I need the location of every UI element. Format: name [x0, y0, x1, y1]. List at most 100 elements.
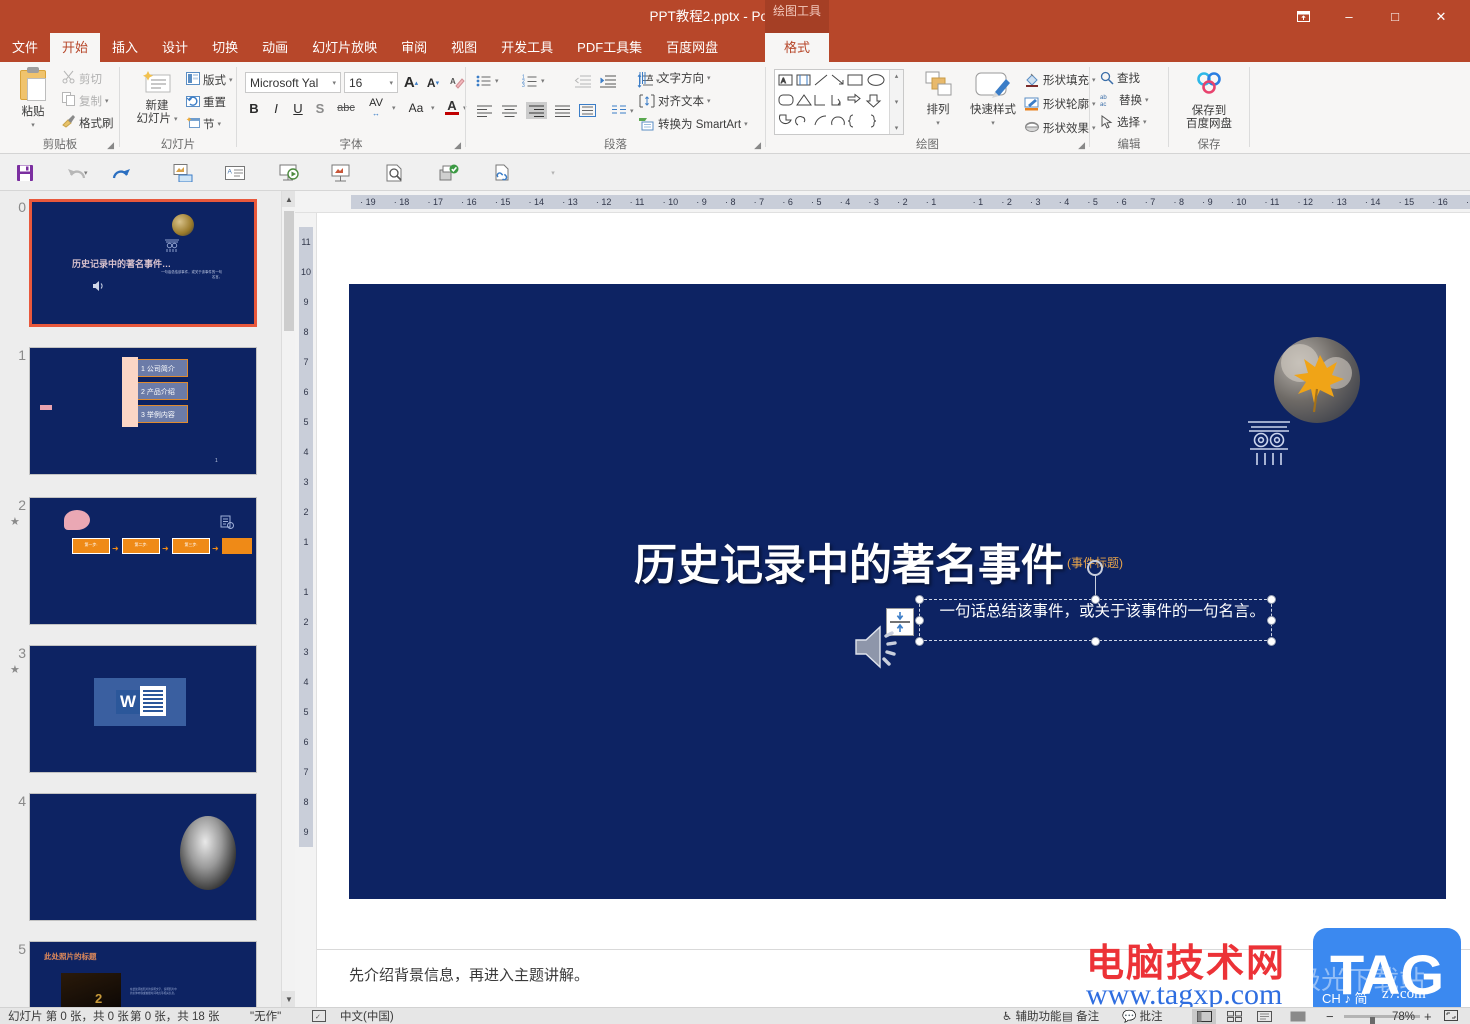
format-painter-button[interactable]: 格式刷: [62, 114, 114, 131]
status-language[interactable]: 中文(中国): [340, 1009, 394, 1024]
section-button[interactable]: 节 ▾: [186, 116, 221, 132]
underline-button[interactable]: U: [289, 98, 307, 118]
font-name-caret-icon[interactable]: ▾: [332, 79, 336, 87]
text-direction-button[interactable]: A 文字方向 ▾: [639, 70, 711, 86]
align-center-button[interactable]: [501, 104, 518, 117]
character-spacing-button[interactable]: AV ↔: [361, 95, 391, 119]
font-dialog-launcher-icon[interactable]: ◢: [454, 140, 461, 151]
quick-styles-button[interactable]: 快速样式 ▾: [966, 70, 1020, 130]
status-accessibility[interactable]: ♿ 辅助功能: [1002, 1009, 1062, 1024]
new-slide-caret-icon[interactable]: ▾: [174, 113, 178, 126]
decrease-font-size-button[interactable]: A ▾: [423, 72, 443, 93]
arrange-caret-icon[interactable]: ▾: [914, 117, 962, 130]
tab-file[interactable]: 文件: [0, 33, 50, 62]
save-icon[interactable]: [12, 160, 38, 186]
resize-handle-ne[interactable]: [1267, 595, 1276, 604]
horizontal-ruler[interactable]: · 19 · 18 · 17 · 16 · 15 · 14 · 13 · 12 · 11 · 10…: [295, 191, 1470, 213]
find-button[interactable]: 查找: [1100, 70, 1140, 86]
status-comments-button[interactable]: 💬 批注: [1122, 1009, 1163, 1024]
text-box-icon[interactable]: A: [222, 160, 248, 186]
slide-thumbnail-1[interactable]: 1 公司简介 2 产品介绍 3 举例内容 1: [29, 347, 257, 475]
tab-animations[interactable]: 动画: [250, 33, 300, 62]
paste-caret-icon[interactable]: ▾: [6, 119, 60, 132]
tab-home[interactable]: 开始: [50, 33, 101, 62]
slide-title-text[interactable]: 历史记录中的著名事件: [634, 531, 1064, 593]
thumbnail-pane-scrollbar[interactable]: ▲ ▼: [281, 191, 295, 1007]
fit-slide-to-window-button[interactable]: [1444, 1009, 1458, 1024]
resize-handle-sw[interactable]: [915, 637, 924, 646]
zoom-in-button[interactable]: +: [1424, 1009, 1432, 1024]
hyperlink-document-icon[interactable]: [490, 160, 516, 186]
rotate-handle[interactable]: [1087, 560, 1103, 576]
shapes-gallery[interactable]: A ▴ ▾ ▾: [774, 69, 904, 135]
bullets-caret-icon[interactable]: ▾: [495, 77, 499, 85]
notes-text[interactable]: 先介绍背景信息，再进入主题讲解。: [349, 964, 589, 985]
redo-icon[interactable]: [108, 160, 134, 186]
shape-effects-button[interactable]: 形状效果 ▾: [1024, 120, 1096, 136]
slideshow-from-beginning-icon[interactable]: [276, 160, 302, 186]
strikethrough-button[interactable]: abc: [333, 98, 359, 118]
status-theme[interactable]: "无作": [250, 1009, 281, 1024]
new-slide-button[interactable]: 新建 幻灯片 ▾: [130, 70, 184, 126]
slide-thumbnail-5[interactable]: 此处照片的标题 2 在此处添加照片的说明文字，说明照片中的主体内容或拍摄时间地点…: [29, 941, 257, 1007]
resize-handle-w[interactable]: [915, 616, 924, 625]
slide-thumbnail-pane[interactable]: 0 历史记录中的著名事件… 一句话总结该事件，或关于该事件的一句名言。 1 1 …: [0, 191, 295, 1007]
align-text-caret-icon[interactable]: ▾: [707, 97, 711, 105]
start-presentation-icon[interactable]: [170, 160, 196, 186]
shape-outline-button[interactable]: 形状轮廓 ▾: [1024, 96, 1096, 112]
font-color-button[interactable]: A: [443, 96, 461, 118]
quick-styles-caret-icon[interactable]: ▾: [966, 117, 1020, 130]
audio-speaker-icon[interactable]: [854, 624, 912, 670]
columns-button[interactable]: ▾: [611, 104, 634, 117]
greek-column-icon[interactable]: [1244, 417, 1294, 467]
reset-button[interactable]: 重置: [186, 94, 226, 110]
ribbon-display-options-icon[interactable]: [1280, 0, 1326, 33]
slide-thumbnail-2[interactable]: 第一步: ➜ 第二步: ➜ 第三步: ➜: [29, 497, 257, 625]
view-slide-sorter-button[interactable]: [1222, 1009, 1246, 1024]
scroll-thumb[interactable]: [284, 211, 294, 331]
font-name-input[interactable]: Microsoft Yal ▾: [245, 72, 341, 93]
resize-handle-e[interactable]: [1267, 616, 1276, 625]
cut-button[interactable]: 剪切: [62, 70, 102, 87]
print-preview-icon[interactable]: [382, 160, 408, 186]
bold-button[interactable]: B: [245, 98, 263, 118]
scroll-up-icon[interactable]: ▲: [282, 191, 295, 207]
slide-thumbnail-3[interactable]: W: [29, 645, 257, 773]
scroll-down-icon[interactable]: ▼: [282, 991, 295, 1007]
subtitle-placeholder[interactable]: 一句话总结该事件，或关于该事件的一句名言。: [919, 599, 1272, 641]
spellcheck-icon[interactable]: ✓: [312, 1009, 326, 1024]
character-spacing-caret-icon[interactable]: ▾: [392, 104, 396, 112]
slide-canvas[interactable]: 历史记录中的著名事件 (事件标题) 一句话总结该事件，或关于该事件的一句名言。: [349, 284, 1446, 899]
section-caret-icon[interactable]: ▾: [218, 120, 222, 128]
select-caret-icon[interactable]: ▾: [1143, 118, 1147, 126]
tab-format[interactable]: 格式: [765, 33, 829, 62]
decrease-indent-button[interactable]: [574, 74, 591, 88]
shapes-more-icon[interactable]: ▾: [895, 124, 899, 132]
resize-handle-se[interactable]: [1267, 637, 1276, 646]
copy-caret-icon[interactable]: ▾: [105, 97, 109, 105]
numbering-button[interactable]: 123 ▾: [522, 74, 545, 89]
resize-handle-nw[interactable]: [915, 595, 924, 604]
copy-button[interactable]: 复制 ▾: [62, 92, 109, 109]
text-direction-caret-icon[interactable]: ▾: [707, 74, 711, 82]
numbering-caret-icon[interactable]: ▾: [541, 77, 545, 85]
tab-developer[interactable]: 开发工具: [489, 33, 565, 62]
convert-to-smartart-button[interactable]: 转换为 SmartArt ▾: [639, 116, 748, 132]
customize-qat-icon[interactable]: ▾: [540, 160, 566, 186]
tab-insert[interactable]: 插入: [100, 33, 150, 62]
zoom-out-button[interactable]: −: [1326, 1009, 1334, 1024]
drawing-dialog-launcher-icon[interactable]: ◢: [1078, 140, 1085, 151]
tab-review[interactable]: 审阅: [389, 33, 439, 62]
align-left-button[interactable]: [476, 104, 493, 117]
shape-fill-button[interactable]: 形状填充 ▾: [1024, 72, 1096, 88]
clipboard-dialog-launcher-icon[interactable]: ◢: [107, 140, 114, 151]
save-to-baidu-netdisk-button[interactable]: 保存到 百度网盘: [1175, 70, 1243, 131]
align-right-button[interactable]: [526, 102, 547, 119]
arrange-button[interactable]: 排列 ▾: [914, 70, 962, 130]
increase-indent-button[interactable]: [599, 74, 616, 88]
vertical-ruler[interactable]: 11 10 9 8 7 6 5 4 3 2 1 1 2 3 4 5 6 7 8 9: [295, 213, 317, 1007]
bullets-button[interactable]: ▾: [476, 74, 499, 88]
italic-button[interactable]: I: [267, 98, 285, 118]
smartart-caret-icon[interactable]: ▾: [744, 120, 748, 128]
view-slideshow-button[interactable]: [1286, 1009, 1310, 1024]
